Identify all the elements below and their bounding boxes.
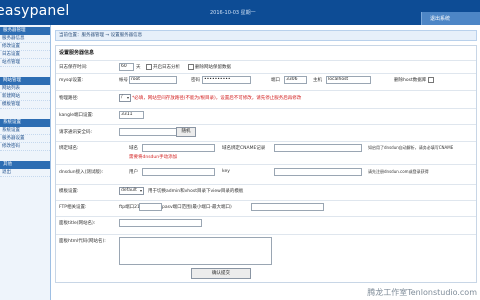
mysql-delete-checkbox[interactable] xyxy=(428,77,434,83)
template-label: 模板设置: xyxy=(59,189,79,194)
sidebar-section-title[interactable]: 其他 xyxy=(0,161,50,169)
security-code-input[interactable] xyxy=(119,128,177,136)
sidebar-item[interactable]: 修改密码 xyxy=(0,143,50,151)
sidebar-item[interactable]: 退出 xyxy=(0,169,50,177)
top-header-bar: easypanel 2016-10-03 星期一 退出系统 xyxy=(0,0,480,25)
sidebar-item[interactable]: 修改设置 xyxy=(0,43,50,51)
mysql-port-label: 端口 xyxy=(271,78,280,83)
row-dnsdun: dnsdun接入(测试版): 用户 key 请先注册dnsdun.com或登录获… xyxy=(56,164,476,181)
dnsdun-label: dnsdun接入(测试版): xyxy=(59,170,104,175)
ftp-passive-label: pasv端口范围(最小端口-最大端口) xyxy=(162,205,232,210)
kangle-port-input[interactable]: 3311 xyxy=(119,111,144,119)
security-code-label: 请求通讯安全码: xyxy=(59,130,93,135)
kangle-port-label: kangle端口设置: xyxy=(59,113,94,118)
row-vhost-title: 面板title(网站名): xyxy=(56,216,476,231)
row-security-code: 请求通讯安全码: 随机 xyxy=(56,124,476,139)
template-select[interactable]: default xyxy=(119,187,144,195)
delete-log-label: 删除网站保留数据 xyxy=(195,65,231,70)
breadcrumb: 当前位置：服务器管理 → 设置服务器信息 xyxy=(55,30,477,41)
php-note: *必填，网站空间存放路径(不能为/根目录)，设置后不可修改，请先停止服务后再修改 xyxy=(132,96,302,101)
watermark: 腾龙工作室Tenlonstudio.com xyxy=(367,288,477,297)
settings-form: 设置服务器信息 日志保存时间: 60 天 开启日志分析 删除网站保留数据 mys… xyxy=(55,45,477,283)
dnsdun-user-label: 用户 xyxy=(129,170,138,175)
delete-log-checkbox[interactable] xyxy=(188,64,194,70)
log-days-label: 日志保存时间: xyxy=(59,65,88,70)
row-kangle-port: kangle端口设置: 3311 xyxy=(56,108,476,121)
bind-domain-label: 绑定域名: xyxy=(59,146,79,151)
bind-domain-note: 如启用了dnsdun自动解析，请务必填写CNAME xyxy=(368,145,454,150)
app-logo: easypanel xyxy=(0,3,70,19)
mysql-label: mysql设置: xyxy=(59,78,84,83)
sidebar: 服务器管理 服务器信息 修改设置 日志设置 站点管理 网站管理 网站列表 新建网… xyxy=(0,25,51,300)
sidebar-section-title[interactable]: 服务器管理 xyxy=(0,27,50,35)
ftp-port-input[interactable] xyxy=(139,203,162,211)
mysql-password-input[interactable]: •••••••••• xyxy=(202,76,251,84)
sidebar-item[interactable]: 日志设置 xyxy=(0,51,50,59)
vhost-code-textarea[interactable] xyxy=(119,237,272,265)
ftp-passive-input[interactable] xyxy=(251,203,324,211)
bind-cname-input[interactable] xyxy=(274,144,362,152)
sidebar-item[interactable]: 模板管理 xyxy=(0,101,50,109)
dnsdun-user-input[interactable] xyxy=(142,168,215,176)
logout-button[interactable]: 退出系统 xyxy=(421,12,480,25)
mysql-account-input[interactable]: root xyxy=(129,76,177,84)
vhost-code-label: 面板html代码(网站名): xyxy=(59,239,106,244)
sidebar-section-title[interactable]: 系统设置 xyxy=(0,119,50,127)
row-ftp: FTP相关设置: ftp端口21 pasv端口范围(最小端口-最大端口) xyxy=(56,200,476,213)
bind-domain-input[interactable] xyxy=(142,144,215,152)
dnsdun-key-label: key xyxy=(222,169,230,174)
row-physical-path: 物理路径: / *必填，网站空间存放路径(不能为/根目录)，设置后不可修改，请先… xyxy=(56,90,476,105)
mysql-port-input[interactable]: 3306 xyxy=(284,76,307,84)
row-template: 模板设置: default 用于切换admin和vhost目录下view目录的模… xyxy=(56,184,476,197)
php-select[interactable]: / xyxy=(119,94,131,102)
submit-button[interactable]: 确认提交 xyxy=(191,268,251,279)
ftp-label: FTP相关设置: xyxy=(59,205,87,210)
row-vhost-code: 面板html代码(网站名): xyxy=(56,234,476,267)
mysql-host-input[interactable]: localhost xyxy=(326,76,371,84)
sidebar-item[interactable]: 服务器设置 xyxy=(0,135,50,143)
mysql-password-label: 密码 xyxy=(191,78,200,83)
mysql-account-label: 帐号 xyxy=(119,78,128,83)
vhost-title-label: 面板title(网站名): xyxy=(59,221,96,226)
mysql-host-label: 主机 xyxy=(313,78,322,83)
random-code-button[interactable]: 随机 xyxy=(176,127,196,137)
sidebar-item[interactable]: 站点管理 xyxy=(0,59,50,67)
ftp-port-label: ftp端口21 xyxy=(119,205,140,210)
form-title: 设置服务器信息 xyxy=(59,50,95,56)
template-note: 用于切换admin和vhost目录下view目录的模板 xyxy=(148,189,244,194)
sidebar-item[interactable]: 服务器信息 xyxy=(0,35,50,43)
php-label: 物理路径: xyxy=(59,96,79,101)
log-days-unit: 天 xyxy=(136,65,141,70)
bind-domain-field1-label: 域名 xyxy=(129,146,138,151)
vhost-title-input[interactable] xyxy=(119,219,202,227)
log-analysis-label: 开启日志分析 xyxy=(153,65,180,70)
sidebar-item[interactable]: 网站列表 xyxy=(0,85,50,93)
sidebar-item[interactable]: 系统设置 xyxy=(0,127,50,135)
mysql-delete-label: 删除host数据库 xyxy=(394,78,427,83)
dnsdun-register-hint: 请先注册dnsdun.com或登录获得 xyxy=(368,169,429,174)
breadcrumb-text: 当前位置：服务器管理 → 设置服务器信息 xyxy=(59,33,143,38)
row-mysql: mysql设置: 帐号 root 密码 •••••••••• 端口 3306 主… xyxy=(56,73,476,86)
sidebar-item[interactable]: 新建网站 xyxy=(0,93,50,101)
sidebar-section-title[interactable]: 网站管理 xyxy=(0,77,50,85)
bind-domain-field2-label: 域名绑定CNAME记录 xyxy=(222,146,266,151)
log-days-input[interactable]: 60 xyxy=(119,63,134,71)
row-log-days: 日志保存时间: 60 天 开启日志分析 删除网站保留数据 xyxy=(56,60,476,73)
logout-label: 退出系统 xyxy=(430,16,451,22)
header-date: 2016-10-03 星期一 xyxy=(210,10,256,16)
log-analysis-checkbox[interactable] xyxy=(146,64,152,70)
row-bind-domain: 绑定域名: 域名 域名绑定CNAME记录 如启用了dnsdun自动解析，请务必填… xyxy=(56,141,476,162)
dnsdun-key-input[interactable] xyxy=(274,168,362,176)
bind-domain-note2: 需要将dnsdun手动添加 xyxy=(129,155,178,160)
